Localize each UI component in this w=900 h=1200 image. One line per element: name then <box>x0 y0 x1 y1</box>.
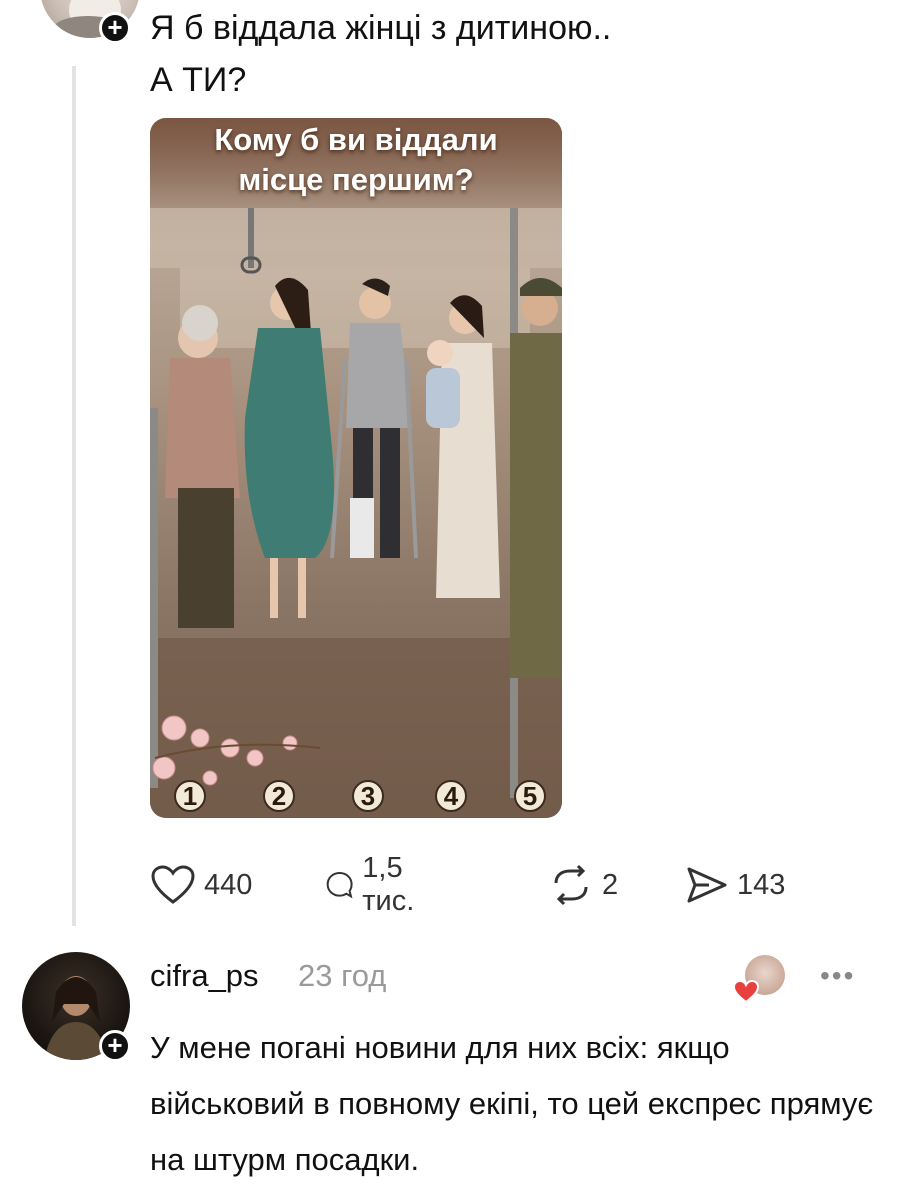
subway-illustration <box>150 208 562 818</box>
post-text-line-1: Я б віддала жінці з дитиною.. <box>150 9 612 47</box>
share-count: 143 <box>737 868 786 901</box>
image-title-line-1: Кому б ви віддали <box>214 122 498 157</box>
post-text: Я б віддала жінці з дитиною.. А ТИ? <box>150 2 611 106</box>
comment-username[interactable]: cifra_ps <box>150 958 259 994</box>
follow-plus-icon[interactable]: + <box>99 1030 131 1062</box>
option-number-5: 5 <box>514 780 546 812</box>
comment-count: 1,5 тис. <box>362 852 415 917</box>
share-icon <box>687 867 727 903</box>
more-icon[interactable]: ••• <box>820 960 855 992</box>
image-title: Кому б ви віддали місце першим? <box>150 118 562 208</box>
like-button[interactable]: 440 <box>150 860 252 910</box>
repost-icon <box>554 864 588 906</box>
option-number-3: 3 <box>352 780 384 812</box>
post-text-line-2: А ТИ? <box>150 61 247 99</box>
thread-line <box>72 66 76 926</box>
comment-time: 23 год <box>298 958 387 993</box>
comment-icon <box>326 872 353 899</box>
post-image[interactable]: Кому б ви віддали місце першим? 1 2 3 4 … <box>150 118 562 818</box>
follow-plus-icon[interactable]: + <box>99 12 131 44</box>
option-number-1: 1 <box>174 780 206 812</box>
comment-button[interactable]: 1,5 тис. <box>325 852 429 917</box>
liked-heart-icon <box>733 980 759 1004</box>
heart-icon <box>151 865 195 904</box>
like-count: 440 <box>204 868 253 901</box>
repost-button[interactable]: 2 <box>548 860 618 910</box>
option-number-4: 4 <box>435 780 467 812</box>
image-title-line-2: місце першим? <box>238 162 474 197</box>
comment-text: У мене погані новини для них всіх: якщо … <box>150 1030 874 1177</box>
option-number-2: 2 <box>263 780 295 812</box>
share-button[interactable]: 143 <box>685 860 785 910</box>
repost-count: 2 <box>602 868 619 901</box>
